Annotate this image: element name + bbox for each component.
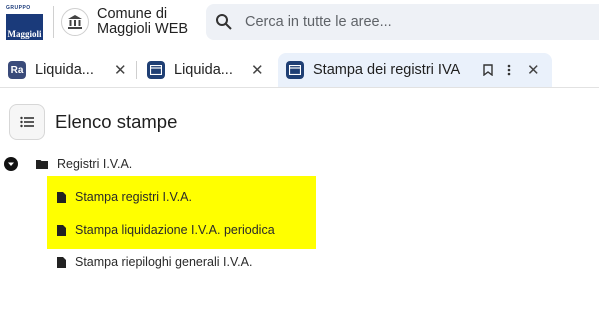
folder-icon (36, 160, 48, 169)
search-icon[interactable] (215, 13, 233, 31)
menu-button[interactable] (9, 104, 45, 140)
tree-node-label: Registri I.V.A. (57, 157, 133, 171)
bookmark-icon[interactable] (483, 64, 493, 76)
logo-top-text: GRUPPO (6, 5, 31, 11)
maggioli-logo[interactable]: GRUPPO Maggioli (6, 5, 43, 40)
highlight-marker (47, 176, 316, 249)
window-glyph-icon (150, 65, 162, 75)
tree-leaf-stampa-liquidazione[interactable]: Stampa liquidazione I.V.A. periodica (57, 223, 275, 237)
tab-liquidazione-2[interactable]: Liquida... ✕ (147, 53, 272, 87)
building-icon (68, 15, 82, 29)
tree-leaf-stampa-registri[interactable]: Stampa registri I.V.A. (57, 190, 192, 204)
logo-word: Maggioli (7, 29, 42, 39)
close-icon[interactable]: ✕ (527, 61, 540, 79)
organization-name: Comune di Maggioli WEB (97, 7, 188, 37)
tree-leaf-label: Stampa registri I.V.A. (75, 190, 192, 204)
tree-leaf-stampa-riepiloghi[interactable]: Stampa riepiloghi generali I.V.A. (57, 255, 252, 269)
ra-app-icon: Ra (8, 61, 26, 79)
window-icon (286, 61, 304, 79)
tab-label: Liquida... (35, 62, 94, 78)
document-icon (57, 256, 66, 268)
tree-leaf-label: Stampa liquidazione I.V.A. periodica (75, 223, 275, 237)
window-icon (147, 61, 165, 79)
tab-separator (136, 61, 137, 79)
close-icon[interactable]: ✕ (114, 61, 127, 79)
org-name-line1: Comune di (97, 6, 168, 22)
org-name-line2: Maggioli WEB (97, 21, 189, 37)
document-icon (57, 224, 66, 236)
window-glyph-icon (289, 65, 301, 75)
more-vertical-icon[interactable] (507, 64, 511, 76)
collapse-toggle-icon[interactable] (4, 157, 18, 171)
ra-icon-text: Ra (10, 64, 24, 76)
municipality-icon[interactable] (61, 8, 89, 36)
app-header: GRUPPO Maggioli Comune di Maggioli WEB C… (0, 0, 599, 44)
tree-leaf-label: Stampa riepiloghi generali I.V.A. (75, 255, 253, 269)
tree-node-registri-iva[interactable]: Registri I.V.A. (4, 157, 132, 171)
tab-stampa-registri-iva[interactable]: Stampa dei registri IVA ✕ (278, 53, 552, 87)
search-bar[interactable]: Cerca in tutte le aree... (206, 4, 599, 40)
document-icon (57, 191, 66, 203)
close-icon[interactable]: ✕ (251, 61, 264, 79)
tab-label: Stampa dei registri IVA (313, 62, 461, 78)
tab-liquidazione-1[interactable]: Ra Liquida... ✕ (8, 53, 133, 87)
list-icon (20, 116, 34, 128)
tab-bar: Ra Liquida... ✕ Liquida... ✕ Stampa dei … (0, 53, 599, 88)
tab-label: Liquida... (174, 62, 233, 78)
header-divider (53, 6, 54, 38)
page-title: Elenco stampe (55, 111, 178, 132)
search-input[interactable]: Cerca in tutte le aree... (245, 14, 392, 30)
